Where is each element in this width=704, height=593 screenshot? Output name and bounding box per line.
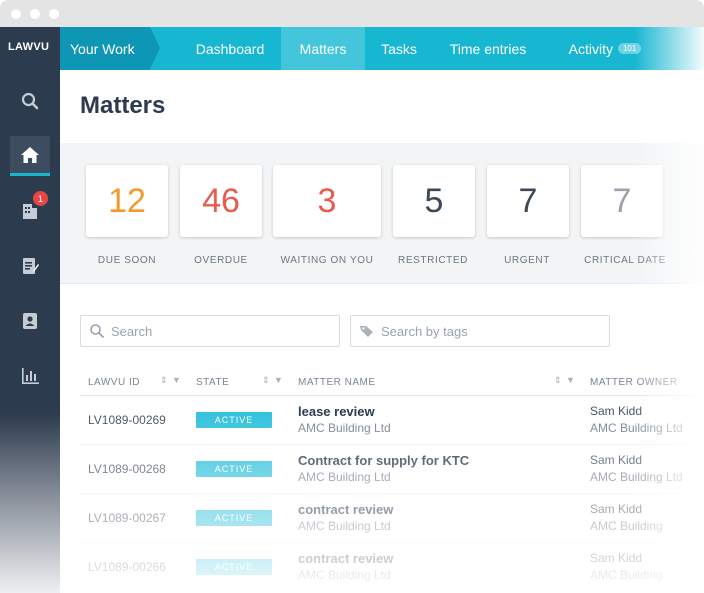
sidebar: LAWVU 1	[0, 27, 60, 593]
matter-owner-company: AMC Building	[590, 568, 663, 582]
filter-icon[interactable]: ▼	[274, 375, 283, 385]
matter-owner-company: AMC Building Ltd	[590, 421, 683, 435]
matter-name-link[interactable]: contract review	[298, 551, 393, 566]
sidebar-item-home[interactable]	[10, 136, 50, 176]
stat-card-restricted[interactable]: 5	[393, 165, 475, 237]
stats-panel: 12 DUE SOON 46 OVERDUE 3 WAITING ON YOU …	[60, 143, 704, 283]
stat-card-critical-date[interactable]: 7	[581, 165, 663, 237]
filter-icon[interactable]: ▼	[566, 375, 575, 385]
sidebar-item-contacts[interactable]	[10, 301, 50, 341]
matter-owner: Sam Kidd	[590, 551, 643, 565]
tab-tasks[interactable]: Tasks	[365, 27, 433, 70]
state-badge: ACTIVE	[196, 461, 272, 477]
search-placeholder: Search	[111, 323, 153, 339]
stat-label: OVERDUE	[194, 255, 248, 266]
matter-id: LV1089-00266	[88, 560, 166, 574]
tab-time-entries[interactable]: Time entries	[433, 27, 543, 70]
tag-icon	[360, 326, 373, 337]
table-row[interactable]: LV1089-00267 ACTIVE contract review AMC …	[80, 494, 704, 543]
tag-search-placeholder: Search by tags	[381, 323, 468, 339]
app-logo[interactable]: LAWVU	[8, 41, 49, 53]
home-icon	[21, 146, 39, 163]
matter-owner-company: AMC Building	[590, 519, 663, 533]
stat-label: WAITING ON YOU	[280, 255, 374, 266]
matter-owner: Sam Kidd	[590, 502, 643, 516]
page-title: Matters	[80, 92, 166, 119]
window-dot-minimize[interactable]	[30, 9, 40, 19]
matter-id: LV1089-00267	[88, 511, 166, 525]
matter-id: LV1089-00268	[88, 462, 166, 476]
matter-company: AMC Building Ltd	[298, 519, 391, 533]
tab-tasks-label: Tasks	[381, 40, 417, 57]
stat-value: 12	[108, 181, 146, 220]
sidebar-item-search[interactable]	[10, 81, 50, 121]
matter-company: AMC Building Ltd	[298, 421, 391, 435]
matter-owner-company: AMC Building Ltd	[590, 470, 683, 484]
sort-icon[interactable]: ⇕	[160, 375, 168, 386]
tab-dashboard[interactable]: Dashboard	[180, 27, 280, 70]
sort-icon[interactable]: ⇕	[554, 375, 562, 386]
state-badge: ACTIVE	[196, 412, 272, 428]
notification-badge: 1	[33, 191, 48, 206]
search-icon	[90, 324, 104, 338]
sidebar-item-reports[interactable]	[10, 356, 50, 396]
tab-activity-label: Activity	[568, 40, 613, 57]
sidebar-item-requests[interactable]	[10, 246, 50, 286]
stat-card-overdue[interactable]: 46	[180, 165, 262, 237]
tab-activity[interactable]: Activity 101	[550, 27, 660, 70]
tab-time-entries-label: Time entries	[449, 40, 527, 57]
window-dot-close[interactable]	[11, 9, 21, 19]
page-header: Matters	[60, 70, 704, 143]
tag-search-input[interactable]: Search by tags	[350, 315, 610, 347]
tab-dashboard-label: Dashboard	[195, 40, 265, 57]
stat-card-waiting-on-you[interactable]: 3	[273, 165, 381, 237]
matter-owner: Sam Kidd	[590, 453, 643, 467]
state-badge: ACTIVE	[196, 510, 272, 526]
stat-value: 3	[317, 181, 337, 220]
window-dot-maximize[interactable]	[49, 9, 59, 19]
column-header-state[interactable]: STATE	[196, 369, 229, 395]
column-header-matter-owner[interactable]: MATTER OWNER	[590, 369, 677, 395]
top-navigation: Your Work Dashboard Matters Tasks Time e…	[60, 27, 704, 70]
table-row[interactable]: LV1089-00268 ACTIVE Contract for supply …	[80, 445, 704, 494]
table-row[interactable]: LV1089-00269 ACTIVE lease review AMC Bui…	[80, 396, 704, 445]
app-window: LAWVU 1 Your Work Dashboard Matters Task…	[0, 0, 704, 593]
matter-company: AMC Building Ltd	[298, 470, 391, 484]
matter-company: AMC Building Ltd	[298, 568, 391, 582]
search-icon	[21, 92, 39, 110]
stat-label: CRITICAL DATE	[584, 255, 666, 266]
sidebar-item-organisations[interactable]: 1	[10, 190, 50, 230]
tab-matters[interactable]: Matters	[281, 27, 365, 70]
activity-count-badge: 101	[617, 43, 642, 54]
table-header: LAWVU ID ⇕ ▼ STATE ⇕ ▼ MATTER NAME ⇕ ▼ M…	[80, 369, 704, 396]
sort-icon[interactable]: ⇕	[262, 375, 270, 386]
stat-value: 7	[612, 181, 632, 220]
matter-id: LV1089-00269	[88, 413, 166, 427]
matter-name-link[interactable]: Contract for supply for KTC	[298, 453, 469, 468]
edit-document-icon	[23, 258, 39, 274]
state-badge: ACTIVE	[196, 559, 272, 575]
bar-chart-icon	[22, 368, 39, 384]
column-header-matter-name[interactable]: MATTER NAME	[298, 369, 376, 395]
your-work-arrow	[150, 27, 160, 69]
table-row[interactable]: LV1089-00266 ACTIVE contract review AMC …	[80, 543, 704, 592]
stat-value: 5	[424, 181, 444, 220]
stat-card-due-soon[interactable]: 12	[86, 165, 168, 237]
stat-label: URGENT	[504, 255, 550, 266]
matter-owner: Sam Kidd	[590, 404, 643, 418]
stat-value: 7	[518, 181, 538, 220]
filter-icon[interactable]: ▼	[172, 375, 181, 385]
contacts-icon	[23, 313, 37, 329]
matters-list-panel: Search Search by tags LAWVU ID ⇕ ▼ STATE…	[60, 283, 704, 593]
column-header-lawvu-id[interactable]: LAWVU ID	[88, 369, 140, 395]
search-input[interactable]: Search	[80, 315, 340, 347]
stat-value: 46	[202, 181, 240, 220]
tab-matters-label: Matters	[299, 40, 347, 57]
window-titlebar	[0, 0, 704, 27]
stat-card-urgent[interactable]: 7	[487, 165, 569, 237]
matter-name-link[interactable]: lease review	[298, 404, 375, 419]
matter-name-link[interactable]: contract review	[298, 502, 393, 517]
your-work-button[interactable]: Your Work	[60, 27, 150, 70]
